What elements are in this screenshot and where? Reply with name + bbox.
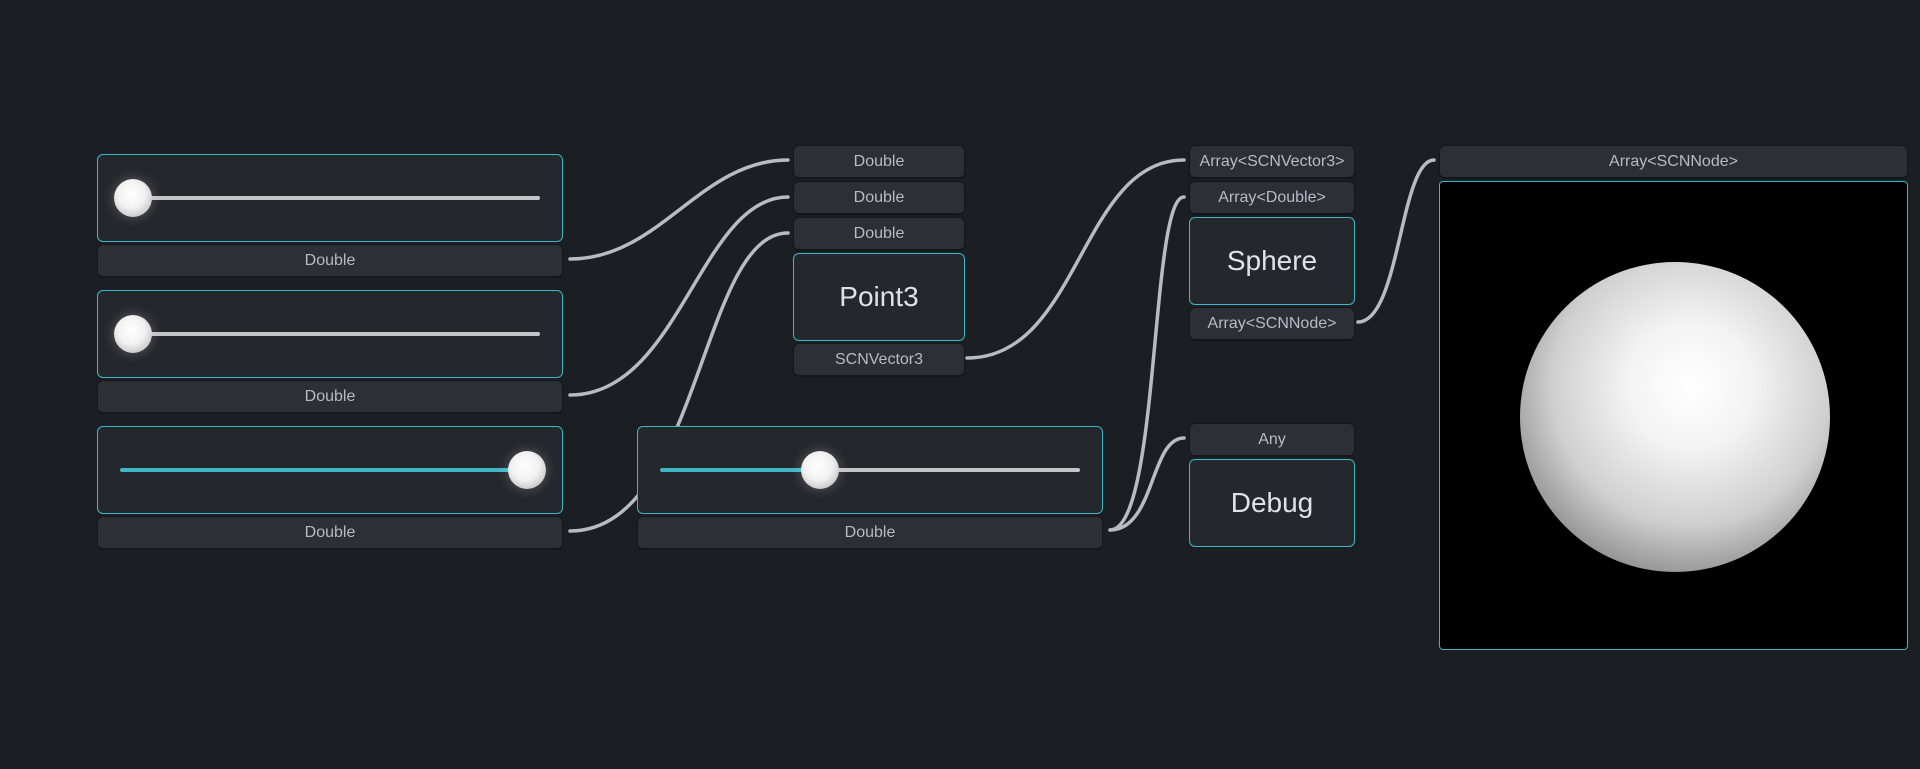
slider-node-4[interactable] <box>637 426 1103 514</box>
point3-input-2-label: Double <box>854 189 905 207</box>
slider-1-output-port[interactable]: Double <box>97 244 563 278</box>
slider-3-output-label: Double <box>305 524 356 542</box>
slider-1-output-label: Double <box>305 252 356 270</box>
slider-2-output-label: Double <box>305 388 356 406</box>
slider-1-track[interactable] <box>120 196 540 200</box>
sphere-output-port[interactable]: Array<SCNNode> <box>1189 307 1355 341</box>
slider-node-2[interactable] <box>97 290 563 378</box>
debug-input-label: Any <box>1258 431 1286 449</box>
point3-input-1-label: Double <box>854 153 905 171</box>
sphere-title: Sphere <box>1227 245 1317 277</box>
point3-title: Point3 <box>839 281 918 313</box>
point3-input-2-port[interactable]: Double <box>793 181 965 215</box>
slider-3-track[interactable] <box>120 468 540 472</box>
sphere-render-icon <box>1520 262 1830 572</box>
render-input-label: Array<SCNNode> <box>1609 153 1738 171</box>
debug-title: Debug <box>1231 487 1314 519</box>
slider-4-output-label: Double <box>845 524 896 542</box>
slider-4-thumb[interactable] <box>801 451 839 489</box>
point3-output-port[interactable]: SCNVector3 <box>793 343 965 377</box>
point3-output-label: SCNVector3 <box>835 351 923 369</box>
slider-3-thumb[interactable] <box>508 451 546 489</box>
slider-2-thumb[interactable] <box>114 315 152 353</box>
sphere-node[interactable]: Sphere <box>1189 217 1355 305</box>
slider-4-output-port[interactable]: Double <box>637 516 1103 550</box>
slider-4-track[interactable] <box>660 468 1080 472</box>
slider-1-thumb[interactable] <box>114 179 152 217</box>
point3-input-3-port[interactable]: Double <box>793 217 965 251</box>
slider-3-output-port[interactable]: Double <box>97 516 563 550</box>
render-input-port[interactable]: Array<SCNNode> <box>1439 145 1908 179</box>
slider-2-track[interactable] <box>120 332 540 336</box>
render-preview[interactable] <box>1439 181 1908 650</box>
point3-input-3-label: Double <box>854 225 905 243</box>
slider-node-1[interactable] <box>97 154 563 242</box>
point3-input-1-port[interactable]: Double <box>793 145 965 179</box>
sphere-input-2-label: Array<Double> <box>1218 189 1326 207</box>
slider-node-3[interactable] <box>97 426 563 514</box>
debug-input-port[interactable]: Any <box>1189 423 1355 457</box>
sphere-input-1-label: Array<SCNVector3> <box>1200 153 1345 171</box>
sphere-input-2-port[interactable]: Array<Double> <box>1189 181 1355 215</box>
sphere-input-1-port[interactable]: Array<SCNVector3> <box>1189 145 1355 179</box>
debug-node[interactable]: Debug <box>1189 459 1355 547</box>
sphere-output-label: Array<SCNNode> <box>1208 315 1337 333</box>
point3-node[interactable]: Point3 <box>793 253 965 341</box>
slider-2-output-port[interactable]: Double <box>97 380 563 414</box>
node-graph-canvas[interactable]: Double Double Double Double Double Doubl… <box>0 0 1920 769</box>
